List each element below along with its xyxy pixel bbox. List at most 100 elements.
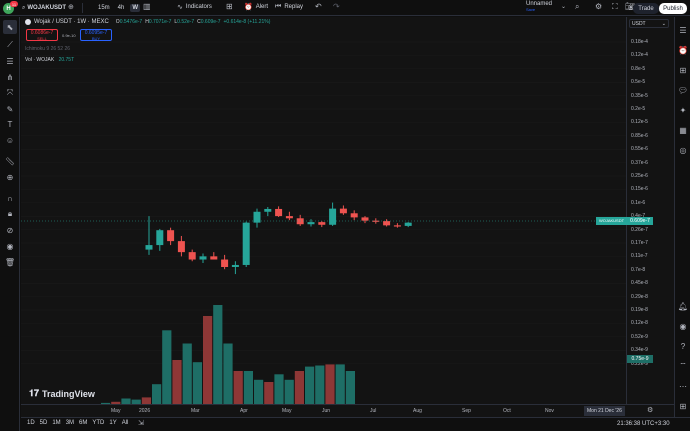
redo-icon[interactable]: ↷ <box>333 2 340 11</box>
candle-body <box>329 208 337 225</box>
volume-bar <box>152 384 162 404</box>
range-all[interactable]: All <box>122 420 129 426</box>
trash-icon[interactable]: 🗑︎ <box>3 255 17 269</box>
volume-tag: 0.75e-9 <box>627 355 653 363</box>
alarm-clock-icon: ⏰ <box>244 4 253 11</box>
layout-name-button[interactable]: Unnamed Save <box>526 1 552 13</box>
trend-line-icon[interactable]: ⟋ <box>3 38 17 52</box>
publish-button[interactable]: Publish <box>659 3 687 14</box>
alert-button[interactable]: ⏰ Alert <box>244 3 268 11</box>
notification-count: 11 <box>11 1 17 7</box>
indicators-icon: ∿ <box>177 4 183 11</box>
candle-body <box>177 241 185 253</box>
lock-icon[interactable]: 🔒︎ <box>3 207 17 221</box>
pitchfork-icon[interactable]: ⋔ <box>3 70 17 84</box>
time-tick-label: Aug <box>413 408 422 414</box>
chevron-down-icon[interactable]: ⌄ <box>561 3 566 10</box>
interval-4h[interactable]: 4h <box>116 4 127 12</box>
volume-bar <box>274 374 284 404</box>
fullscreen-icon[interactable]: ⛶ <box>612 2 618 12</box>
trade-button[interactable]: Trade <box>633 3 659 14</box>
price-tick-label: 0.15e-6 <box>631 186 648 193</box>
candles-chart-type-icon[interactable]: ▥ <box>143 2 151 11</box>
price-tick-label: 0.11e-7 <box>631 253 648 260</box>
screener-icon[interactable]: ◎ <box>676 143 690 157</box>
eye-icon[interactable]: ◉ <box>3 239 17 253</box>
volume-bar <box>345 371 355 404</box>
range-6m[interactable]: 6M <box>79 420 87 426</box>
rss-icon[interactable]: ⌔ <box>676 359 690 373</box>
broadcast-icon[interactable]: ◉ <box>676 319 690 333</box>
help-icon[interactable]: ? <box>676 339 690 353</box>
settings-gear-icon[interactable]: ⚙ <box>647 406 653 414</box>
time-tick-label: Jun <box>322 408 331 414</box>
chart-pane[interactable]: Wojak / USDT · 1W · MEXC O0.5476e-7 H0.7… <box>21 17 626 404</box>
interval-w[interactable]: W <box>130 4 141 12</box>
alarm-clock-icon[interactable]: ⏰ <box>676 43 690 57</box>
volume-bar <box>162 330 172 404</box>
volume-bar <box>233 371 243 404</box>
indicators-button[interactable]: ∿ Indicators <box>177 3 212 11</box>
lock-drawings-icon[interactable]: ⊘ <box>3 223 17 237</box>
candlestick-chart[interactable] <box>21 17 626 404</box>
price-tick-label: 0.12e-8 <box>631 320 648 327</box>
compare-icon[interactable]: ⊕ <box>68 3 74 11</box>
crosshair-date-label: Mon 21 Dec '26 <box>584 406 625 416</box>
volume-bar <box>305 366 315 404</box>
candle-body <box>318 222 326 225</box>
interval-15m[interactable]: 15m <box>96 4 112 12</box>
magnet-icon[interactable]: ∩ <box>3 191 17 205</box>
clock[interactable]: 21:36:38 UTC+3:30 <box>617 421 670 427</box>
range-1m[interactable]: 1M <box>52 420 60 426</box>
range-5d[interactable]: 5D <box>40 420 48 426</box>
symbol-search-button[interactable]: ⌕ WOJAKUSDT <box>22 3 66 13</box>
symbol-label: WOJAKUSDT <box>27 5 67 11</box>
volume-bar <box>294 371 304 404</box>
chat-icon[interactable]: 💬︎ <box>676 83 690 97</box>
ruler-icon[interactable]: 📏︎ <box>3 154 17 168</box>
candle-body <box>264 208 272 212</box>
calendar-icon[interactable]: ▦ <box>676 123 690 137</box>
emoji-icon[interactable]: ☺ <box>3 133 17 147</box>
ideas-icon[interactable]: ✦ <box>676 103 690 117</box>
candle-body <box>242 222 250 265</box>
horizontal-lines-icon[interactable]: ☰ <box>3 54 17 68</box>
price-tick-label: 0.12e-5 <box>631 119 648 126</box>
undo-icon[interactable]: ↶ <box>315 2 322 11</box>
options-icon[interactable]: ⋯ <box>676 379 690 393</box>
text-icon[interactable]: T <box>3 117 17 131</box>
publish-label: Publish <box>663 5 683 12</box>
settings-gear-icon[interactable]: ⚙ <box>595 2 602 11</box>
date-range-icon[interactable]: ⇲ <box>138 419 144 427</box>
bell-icon[interactable]: 🔔︎ <box>676 299 690 313</box>
time-axis[interactable]: May 2026 Mar Apr May Jun Jul Aug Sep Oct Nov Mon 2… <box>21 404 674 417</box>
range-ytd[interactable]: YTD <box>92 420 104 426</box>
price-tick-label: 0.26e-7 <box>631 226 648 233</box>
watchlist-icon[interactable]: ☰ <box>676 23 690 37</box>
zoom-in-icon[interactable]: ⊕ <box>3 170 17 184</box>
price-tick-label: 0.37e-6 <box>631 159 648 166</box>
price-axis[interactable]: USDT ⌄ 0.18e-4 0.12e-4 0.8e-5 0.5e-5 0.35e-5… <box>596 17 674 404</box>
range-1d[interactable]: 1D <box>27 420 35 426</box>
last-price-value: 0.609e-7 <box>630 218 650 224</box>
range-1y[interactable]: 1Y <box>109 420 116 426</box>
brush-icon[interactable]: ✎ <box>3 102 17 116</box>
range-buttons: 1D 5D 1M 3M 6M YTD 1Y All <box>27 420 128 426</box>
last-price-tag: WOJAKUSDT <box>596 217 627 225</box>
price-tick-label: 0.12e-4 <box>631 52 648 59</box>
currency-selector[interactable]: USDT ⌄ <box>629 19 669 28</box>
replay-button[interactable]: ⏮ Replay <box>275 3 303 11</box>
time-tick-label: 2026 <box>139 408 151 414</box>
time-tick-label: Nov <box>545 408 554 414</box>
price-tick-label: 0.18e-4 <box>631 39 648 45</box>
candle-body <box>393 225 401 227</box>
layouts-grid-icon[interactable]: ⊞ <box>226 2 233 11</box>
cursor-icon[interactable]: ⬉ <box>3 20 17 34</box>
range-3m[interactable]: 3M <box>66 420 74 426</box>
grid-icon[interactable]: ⊞ <box>676 399 690 413</box>
volume-bar <box>141 397 151 404</box>
object-tree-icon[interactable]: ⊞ <box>676 63 690 77</box>
search-icon[interactable]: ⌕ <box>575 2 579 12</box>
pattern-icon[interactable]: ⤧ <box>3 86 17 100</box>
candle-body <box>296 218 304 225</box>
